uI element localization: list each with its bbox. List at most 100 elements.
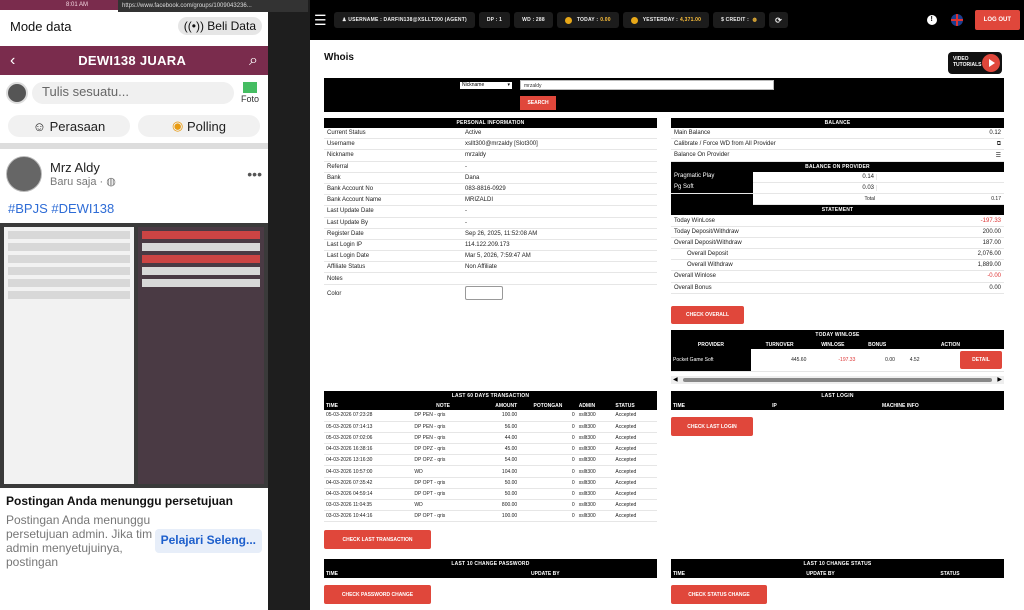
browser-url[interactable]: https://www.facebook.com/groups/10090432… <box>118 0 308 12</box>
cell: WD <box>412 465 474 478</box>
table-row: 04-03-2026 07:35:42 DP OPT - qris 50.00 0 xs… <box>324 477 657 489</box>
info-value: Dana <box>465 174 480 181</box>
back-icon[interactable]: ‹ <box>10 52 15 70</box>
info-value: Non Affiliate <box>465 264 497 271</box>
image-block <box>142 231 260 239</box>
color-picker[interactable] <box>465 285 503 300</box>
feeling-label: Perasaan <box>49 118 106 134</box>
menu-icon[interactable]: ☰ <box>314 12 334 29</box>
info-row: Notes <box>324 273 657 285</box>
search-input[interactable]: mrzaldy <box>520 80 774 90</box>
info-value: Sep 26, 2025, 11:52:08 AM <box>465 230 538 237</box>
change-status-table: TIME UPDATE BY STATUS <box>671 569 1004 578</box>
dp-chip: DP : 1 <box>478 12 511 28</box>
cell: DP OPT - qris <box>412 488 474 501</box>
info-row: Nickname mrzaldy <box>324 150 657 162</box>
table-row: 04-03-2026 16:38:16 DP OPZ - qris 45.00 0 xs… <box>324 443 657 456</box>
more-icon[interactable]: ••• <box>247 166 262 182</box>
statement-row: Overall Deposit/Withdraw 187.00 <box>671 238 1004 249</box>
yesterday-label: YESTERDAY : <box>642 17 679 23</box>
today-winlose-table: PROVIDER TURNOVER WINLOSE BONUS ACTION Pocke… <box>671 340 1004 372</box>
poll-button[interactable]: ◉ Polling <box>138 115 260 137</box>
statement-value: 1,889.00 <box>977 262 1001 269</box>
scroll-thumb[interactable] <box>683 377 992 382</box>
buy-data-button[interactable]: ((•)) Beli Data <box>177 17 262 35</box>
video-tutorials-button[interactable]: VIDEO TUTORIALS <box>948 52 1002 74</box>
search-icon[interactable]: ⌕ <box>249 52 258 70</box>
smile-icon: ☺ <box>32 118 50 134</box>
personal-info-panel: PERSONAL INFORMATION Current Status Activ… <box>324 118 657 303</box>
check-last-login-button[interactable]: CHECK LAST LOGIN <box>671 417 753 436</box>
refresh-button[interactable]: ⟳ <box>769 12 789 28</box>
cell: xsllt300 <box>576 499 614 512</box>
table-row: 05-03-2026 07:02:06 DP PEN - qris 44.00 0 xs… <box>324 432 657 445</box>
cell: xsllt300 <box>576 421 614 433</box>
cell: 04-03-2026 16:38:16 <box>324 443 413 456</box>
uk-flag-icon[interactable] <box>950 14 963 26</box>
search-button[interactable]: SEARCH <box>520 96 556 110</box>
pending-notice: Postingan Anda menunggu persetujuan Post… <box>0 488 268 575</box>
provider-name: Pocket Game Soft <box>673 356 714 363</box>
check-status-change-button[interactable]: CHECK STATUS CHANGE <box>671 585 767 604</box>
column-header: STATUS <box>613 401 657 410</box>
post-hashtags[interactable]: #BPJS #DEWI138 <box>0 199 268 223</box>
info-icon[interactable]: ! <box>926 15 937 25</box>
info-value: xsllt300@mrzaldy [Slot300] <box>465 141 538 148</box>
provider-name: Pg Soft <box>671 182 753 194</box>
scroll-left-icon[interactable]: ◀ <box>673 376 678 383</box>
table-row: 03-03-2026 10:44:16 DP OPT - qris 100.00 0 x… <box>324 510 657 523</box>
info-value: 114.122.209.173 <box>465 241 510 248</box>
check-overall-button[interactable]: CHECK OVERALL <box>671 306 744 324</box>
detail-button[interactable]: DETAIL <box>960 350 1002 369</box>
info-label: Referral <box>327 163 349 170</box>
yesterday-chip: YESTERDAY :4,371.00 <box>622 12 710 28</box>
check-last-transaction-button[interactable]: CHECK LAST TRANSACTION <box>324 530 431 549</box>
provider-cell: Pocket Game Soft <box>671 349 751 372</box>
info-row: Bank Account No 083-8816-0929 <box>324 184 657 196</box>
write-post-input[interactable]: Tulis sesuatu... <box>32 82 234 104</box>
signal-icon: ((•)) <box>183 19 208 33</box>
last-login-table: TIME IP MACHINE INFO <box>671 401 1004 410</box>
group-header: ‹ DEWI138 JUARA ⌕ <box>0 46 268 75</box>
change-status-header: LAST 10 CHANGE STATUS <box>671 559 1004 569</box>
learn-more-button[interactable]: Pelajari Seleng... <box>154 529 262 553</box>
main-balance-row: Main Balance 0.12 <box>671 128 1004 140</box>
column-header: NOTE <box>412 401 474 410</box>
column-header: ADMIN <box>576 401 614 410</box>
photo-button[interactable]: Foto <box>238 82 262 104</box>
logout-button[interactable]: LOG OUT <box>974 10 1020 30</box>
cell: 800.00 <box>473 499 520 512</box>
author-name[interactable]: Mrz Aldy <box>50 160 247 175</box>
cell: 04-03-2026 04:59:14 <box>324 488 413 501</box>
post-time-label: Baru saja <box>50 176 97 188</box>
cell: 0 <box>519 432 577 445</box>
cell: xsllt300 <box>576 432 614 445</box>
info-row: Last Update By - <box>324 218 657 229</box>
color-row: Color <box>324 285 657 303</box>
username-chip: ♟ USERNAME : DARFIN138@XSLLT300 (AGENT) <box>334 12 475 28</box>
check-password-change-button[interactable]: CHECK PASSWORD CHANGE <box>324 585 431 604</box>
today-label: TODAY : <box>576 17 599 23</box>
search-type-select[interactable]: Nickname ▾ <box>460 82 512 89</box>
column-header: MACHINE INFO <box>796 401 1004 410</box>
statement-header: STATEMENT <box>671 205 1004 216</box>
cell: 05-03-2026 07:02:06 <box>324 432 413 445</box>
username-label: USERNAME : DARFIN138@XSLLT300 (AGENT) <box>348 17 467 23</box>
info-row: Referral - <box>324 162 657 173</box>
feeling-button[interactable]: ☺ Perasaan <box>8 115 130 137</box>
search-box: Nickname ▾ mrzaldy SEARCH <box>324 78 1004 112</box>
scroll-right-icon[interactable]: ▶ <box>997 376 1002 383</box>
cell: DP OPT - qris <box>412 477 474 489</box>
post-image-left <box>4 227 134 484</box>
info-label: Last Login Date <box>327 253 370 260</box>
turnover-cell: 445.60 <box>750 349 809 372</box>
info-label: Bank <box>327 174 341 181</box>
horizontal-scrollbar[interactable]: ◀ ▶ <box>671 375 1004 384</box>
statement-value: 200.00 <box>982 228 1001 235</box>
list-icon[interactable]: ☰ <box>891 152 1004 159</box>
table-row: 03-03-2026 11:04:35 WD 800.00 0 xsllt300 Acce… <box>324 499 657 512</box>
info-label: Current Status <box>327 130 366 137</box>
external-link-icon[interactable]: ⧉ <box>891 141 1004 148</box>
post-image[interactable] <box>0 223 268 488</box>
extra-cell: 4.52 <box>896 349 922 372</box>
